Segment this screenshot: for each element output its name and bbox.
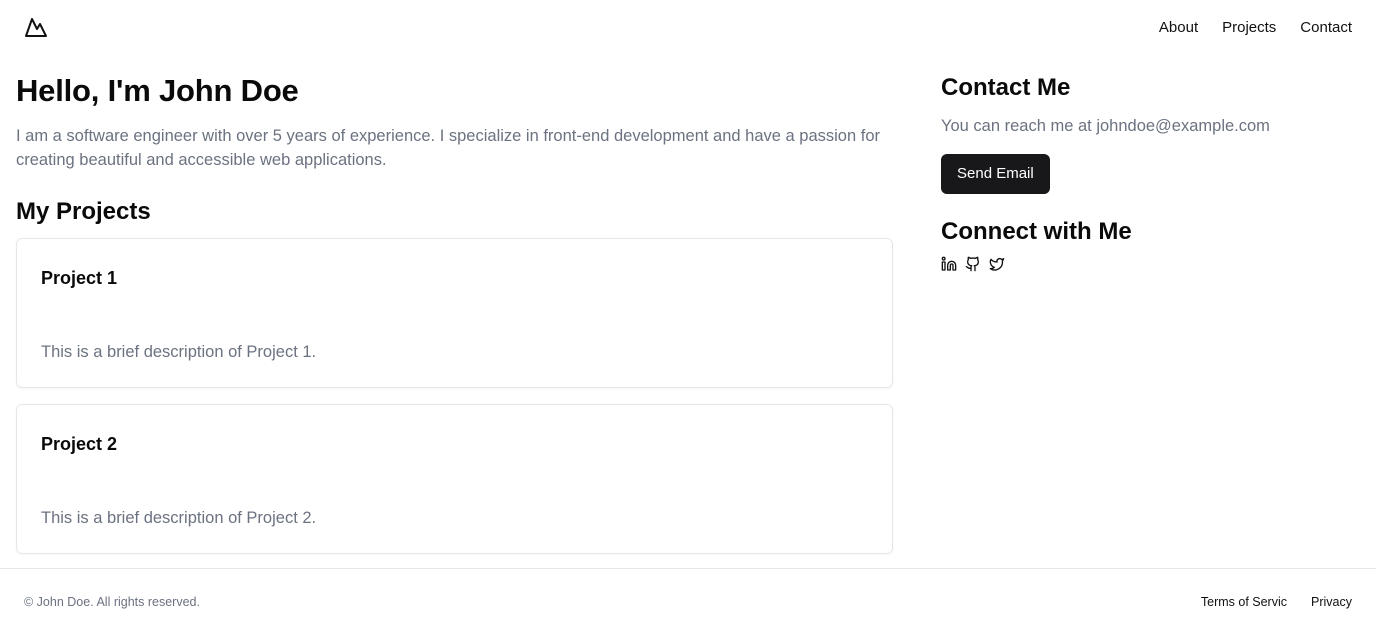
page: About Projects Contact Hello, I'm John D… [0,0,1376,633]
connect-heading: Connect with Me [941,218,1132,245]
github-icon[interactable] [965,256,981,272]
hero-description: I am a software engineer with over 5 yea… [16,127,880,169]
social-links [941,256,1361,272]
nav-link-projects[interactable]: Projects [1222,18,1276,38]
contact-heading: Contact Me [941,74,1071,101]
main-nav: About Projects Contact [1159,18,1352,38]
project-description: This is a brief description of Project 2… [41,509,317,527]
contact-text: You can reach me at johndoe@example.com [941,117,1270,135]
project-card[interactable]: Project 2 This is a brief description of… [16,404,893,554]
linkedin-icon[interactable] [941,256,957,272]
privacy-link[interactable]: Privacy [1311,594,1352,610]
copyright-text: © John Doe. All rights reserved. [24,595,200,609]
contact-section: Contact Me You can reach me at johndoe@e… [941,74,1361,272]
site-footer: © John Doe. All rights reserved. Terms o… [0,568,1376,633]
nav-link-contact[interactable]: Contact [1300,18,1352,38]
terms-link[interactable]: Terms of Servic [1201,594,1287,610]
intro-section: Hello, I'm John Doe I am a software engi… [16,72,893,554]
projects-heading: My Projects [16,198,151,225]
footer-nav: Terms of Servic Privacy [1201,594,1352,610]
twitter-icon[interactable] [989,256,1005,272]
hero-title: Hello, I'm John Doe [16,73,299,108]
project-card[interactable]: Project 1 This is a brief description of… [16,238,893,388]
send-email-button[interactable]: Send Email [941,154,1050,194]
project-title: Project 2 [41,434,118,454]
site-header: About Projects Contact [0,0,1376,56]
mountain-icon[interactable] [24,16,48,40]
project-title: Project 1 [41,268,118,288]
project-description: This is a brief description of Project 1… [41,343,317,361]
nav-link-about[interactable]: About [1159,18,1198,38]
